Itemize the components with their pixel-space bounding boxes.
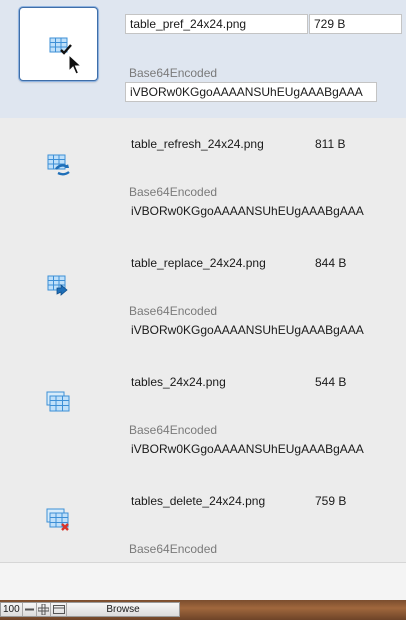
record-row[interactable]: tables_delete_24x24.png 759 B Base64Enco… <box>0 476 406 562</box>
encoded-field[interactable]: iVBORw0KGgoAAAANSUhEUgAAABgAAA <box>127 321 402 341</box>
record-row[interactable]: table_replace_24x24.png 844 B Base64Enco… <box>0 238 406 357</box>
record-row[interactable]: table_pref_24x24.png 729 B Base64Encoded… <box>0 0 406 118</box>
plus-icon <box>38 604 49 615</box>
zoom-out-button[interactable] <box>23 603 37 616</box>
size-field[interactable]: 759 B <box>311 492 401 512</box>
thumbnail-container[interactable] <box>19 7 98 81</box>
table-replace-icon <box>47 275 68 296</box>
filename-field[interactable]: table_refresh_24x24.png <box>127 135 307 155</box>
minus-icon <box>25 608 34 611</box>
layout-toggle-icon <box>52 605 65 614</box>
size-field[interactable]: 544 B <box>311 373 401 393</box>
encoding-label: Base64Encoded <box>129 304 218 318</box>
encoding-label: Base64Encoded <box>129 423 218 437</box>
mode-selector[interactable]: Browse <box>67 603 179 616</box>
filename-field[interactable]: tables_24x24.png <box>127 373 307 393</box>
encoding-label: Base64Encoded <box>129 66 218 80</box>
record-row[interactable]: table_refresh_24x24.png 811 B Base64Enco… <box>0 119 406 238</box>
size-field[interactable]: 729 B <box>309 14 402 34</box>
zoom-level[interactable]: 100 <box>1 603 23 616</box>
tables-icon <box>46 391 70 412</box>
encoded-field[interactable]: iVBORw0KGgoAAAANSUhEUgAAABgAAA <box>125 82 377 102</box>
empty-list-area <box>0 562 406 600</box>
filename-field[interactable]: table_pref_24x24.png <box>125 14 308 34</box>
zoom-controls: 100 Browse <box>0 602 180 617</box>
layout-toggle-button[interactable] <box>51 603 67 616</box>
encoded-field[interactable]: iVBORw0KGgoAAAANSUhEUgAAABgAAA <box>127 202 402 222</box>
size-field[interactable]: 811 B <box>311 135 401 155</box>
table-refresh-icon <box>47 154 70 176</box>
records-list: table_pref_24x24.png 729 B Base64Encoded… <box>0 0 406 562</box>
encoding-label: Base64Encoded <box>129 185 218 199</box>
encoding-label: Base64Encoded <box>129 542 218 556</box>
filename-field[interactable]: tables_delete_24x24.png <box>127 492 307 512</box>
record-row[interactable]: tables_24x24.png 544 B Base64Encoded iVB… <box>0 357 406 476</box>
filename-field[interactable]: table_replace_24x24.png <box>127 254 307 274</box>
zoom-in-button[interactable] <box>37 603 51 616</box>
mouse-pointer-icon <box>68 54 82 75</box>
tables-delete-icon <box>46 508 69 531</box>
encoded-field[interactable]: iVBORw0KGgoAAAANSUhEUgAAABgAAA <box>127 440 402 460</box>
size-field[interactable]: 844 B <box>311 254 401 274</box>
